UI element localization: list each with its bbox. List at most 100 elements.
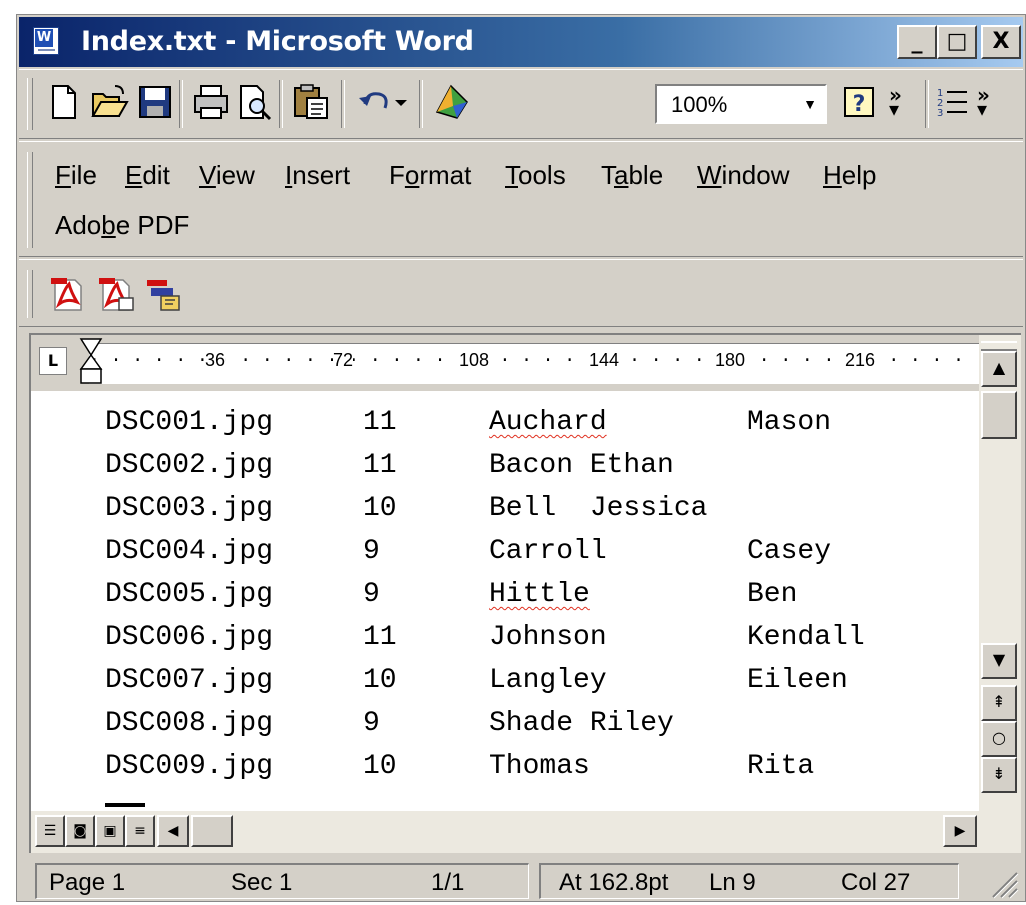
grade: 10 — [363, 751, 397, 782]
status-section: Sec 1 — [231, 869, 293, 896]
grade: 9 — [363, 579, 380, 610]
help-icon[interactable]: ? — [839, 82, 879, 122]
ruler-area: L · · · · · · · · · · · · · · · · · · · … — [31, 335, 979, 391]
document-line: DSC002.jpg 11 Bacon Ethan — [105, 450, 674, 481]
menu-help[interactable]: Help — [823, 160, 876, 191]
web-layout-view-button[interactable]: ◙ — [65, 815, 95, 847]
print-icon[interactable] — [191, 82, 231, 122]
scroll-thumb[interactable] — [981, 391, 1017, 439]
outline-view-button[interactable]: ≡ — [125, 815, 155, 847]
status-line: Ln 9 — [709, 869, 756, 896]
split-box[interactable] — [981, 341, 1017, 351]
status-at: At 162.8pt — [559, 869, 669, 896]
vertical-scrollbar[interactable]: ▲ ▼ ⇞ ○ ⇟ — [979, 335, 1021, 811]
file-name: DSC001.jpg — [105, 407, 274, 438]
toolbar-separator — [419, 80, 423, 128]
menubar-grip[interactable] — [27, 152, 33, 248]
pdf-review-icon[interactable] — [143, 274, 183, 314]
title-bar[interactable]: W Index.txt - Microsoft Word _ □ X — [19, 17, 1023, 67]
file-name: DSC008.jpg — [105, 708, 274, 739]
menu-table[interactable]: Table — [601, 160, 663, 191]
toolbar-separator — [179, 80, 183, 128]
previous-page-button[interactable]: ⇞ — [981, 685, 1017, 721]
first-name: Kendall — [747, 622, 865, 653]
document-line: DSC008.jpg 9 Shade Riley — [105, 708, 674, 739]
resize-grip-icon[interactable] — [985, 865, 1019, 899]
normal-view-button[interactable]: ☰ — [35, 815, 65, 847]
undo-dropdown-icon[interactable] — [391, 90, 411, 114]
ruler-mark-144: 144 — [589, 350, 620, 371]
drawing-icon[interactable] — [431, 82, 471, 122]
grade: 11 — [363, 622, 397, 653]
next-page-button[interactable]: ⇟ — [981, 757, 1017, 793]
document-line: DSC006.jpg 11 Johnson Kendall — [105, 622, 865, 653]
first-name: Ben — [747, 579, 798, 610]
convert-and-email-pdf-icon[interactable] — [95, 274, 135, 314]
zoom-dropdown-icon[interactable]: ▼ — [803, 96, 817, 112]
first-name: Eileen — [747, 665, 848, 696]
menu-tools[interactable]: Tools — [505, 160, 566, 191]
convert-to-pdf-icon[interactable] — [47, 274, 87, 314]
toolbar-overflow-icon[interactable]: » ▾ — [977, 85, 990, 119]
menu-window[interactable]: Window — [697, 160, 789, 191]
menu-file[interactable]: File — [55, 160, 97, 191]
first-name: Casey — [747, 536, 832, 567]
word-app-icon[interactable]: W — [33, 27, 59, 55]
undo-icon[interactable] — [355, 82, 395, 122]
status-page: Page 1 — [49, 869, 126, 896]
open-folder-icon[interactable] — [89, 82, 129, 122]
scroll-up-button[interactable]: ▲ — [981, 351, 1017, 387]
document-line: DSC005.jpg 9 Hittle Ben — [105, 579, 797, 610]
menu-edit[interactable]: Edit — [125, 160, 170, 191]
menu-insert[interactable]: Insert — [285, 160, 350, 191]
ruler-mark-72: 72 — [333, 350, 354, 371]
zoom-combo[interactable]: 100% ▼ — [655, 84, 827, 124]
window-title: Index.txt - Microsoft Word — [81, 26, 474, 57]
file-name: DSC007.jpg — [105, 665, 274, 696]
toolbar-grip[interactable] — [27, 78, 33, 130]
print-layout-view-button[interactable]: ▣ — [95, 815, 125, 847]
numbering-icon[interactable]: 1 2 3 — [933, 82, 973, 122]
zoom-value: 100% — [671, 92, 728, 117]
menu-view[interactable]: View — [199, 160, 255, 191]
maximize-button[interactable]: □ — [937, 25, 977, 59]
scroll-right-button[interactable]: ▶ — [943, 815, 977, 847]
document-text-area[interactable]: DSC001.jpg 11 Auchard Mason DSC002.jpg 11 Bac… — [31, 391, 979, 811]
indent-marker[interactable] — [79, 335, 103, 391]
horizontal-scroll-thumb[interactable] — [191, 815, 233, 847]
last-name: Auchard — [489, 407, 607, 438]
minimize-button[interactable]: _ — [897, 25, 937, 59]
file-name: DSC003.jpg — [105, 493, 274, 524]
save-icon[interactable] — [135, 82, 175, 122]
grade: 11 — [363, 407, 397, 438]
menu-format[interactable]: Format — [389, 160, 471, 191]
menu-adobe-pdf[interactable]: Adobe PDF — [55, 210, 189, 241]
document-line: DSC003.jpg 10 Bell Jessica — [105, 493, 707, 524]
file-name: DSC009.jpg — [105, 751, 274, 782]
end-of-document-marker — [105, 803, 145, 807]
toolbar-separator — [279, 80, 283, 128]
file-name: DSC004.jpg — [105, 536, 274, 567]
paste-icon[interactable] — [291, 82, 331, 122]
document-line: DSC009.jpg 10 Thomas Rita — [105, 751, 814, 782]
grade: 10 — [363, 665, 397, 696]
last-name: Hittle — [489, 579, 590, 610]
horizontal-scroll-area: ☰ ◙ ▣ ≡ ◀ ▶ — [31, 811, 1021, 853]
last-name: Bacon Ethan — [489, 450, 674, 481]
pdf-toolbar — [19, 259, 1023, 327]
print-preview-icon[interactable] — [235, 82, 275, 122]
tab-selector[interactable]: L — [39, 347, 67, 375]
toolbar-overflow-icon[interactable]: » ▾ — [889, 85, 902, 119]
pdf-toolbar-grip[interactable] — [27, 270, 33, 318]
horizontal-ruler[interactable]: · · · · · · · · · · · · · · · · · · · · … — [89, 343, 979, 384]
select-browse-object-button[interactable]: ○ — [981, 721, 1017, 757]
grade: 11 — [363, 450, 397, 481]
first-name: Rita — [747, 751, 815, 782]
last-name: Johnson — [489, 622, 607, 653]
scroll-left-button[interactable]: ◀ — [157, 815, 189, 847]
svg-text:?: ? — [853, 92, 866, 117]
close-button[interactable]: X — [981, 25, 1021, 59]
scroll-down-button[interactable]: ▼ — [981, 643, 1017, 679]
new-document-icon[interactable] — [43, 82, 83, 122]
word-window: W Index.txt - Microsoft Word _ □ X 100% … — [16, 14, 1026, 902]
